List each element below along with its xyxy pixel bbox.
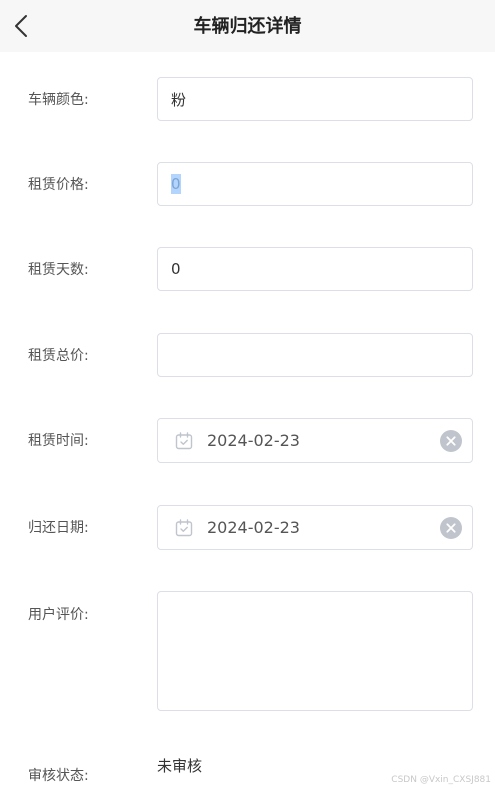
calendar-icon [175,519,193,537]
rent-time-label: 租赁时间: [28,433,89,449]
status-value: 未审核 [157,757,203,775]
color-label: 车辆颜色: [28,92,89,108]
nav-header: 车辆归还详情 [0,0,495,52]
days-field-box [157,247,473,291]
return-date-label: 归还日期: [28,520,89,536]
days-label: 租赁天数: [28,262,89,278]
color-input[interactable] [171,88,456,110]
watermark: CSDN @Vxin_CXSJ881 [391,775,491,785]
price-label: 租赁价格: [28,177,89,193]
rent-time-picker[interactable]: 2024-02-23 [157,418,473,463]
price-input[interactable] [171,173,456,195]
status-label: 审核状态: [28,768,89,784]
review-textarea-box [157,591,473,711]
circle-close-icon[interactable] [440,517,462,539]
return-date-picker[interactable]: 2024-02-23 [157,505,473,550]
review-textarea[interactable] [168,600,462,702]
days-input[interactable] [171,258,456,280]
rent-time-value: 2024-02-23 [207,431,300,450]
color-field-box [157,77,473,121]
review-label: 用户评价: [28,607,89,623]
calendar-icon [175,432,193,450]
circle-close-icon[interactable] [440,430,462,452]
price-field-box [157,162,473,206]
total-input[interactable] [171,344,456,366]
page-title: 车辆归还详情 [193,16,302,37]
total-label: 租赁总价: [28,348,89,364]
page: 车辆归还详情 车辆颜色: 租赁价格: 租赁天数: 租赁总价: 租赁时间: 202… [0,0,495,791]
return-date-value: 2024-02-23 [207,518,300,537]
total-field-box [157,333,473,377]
